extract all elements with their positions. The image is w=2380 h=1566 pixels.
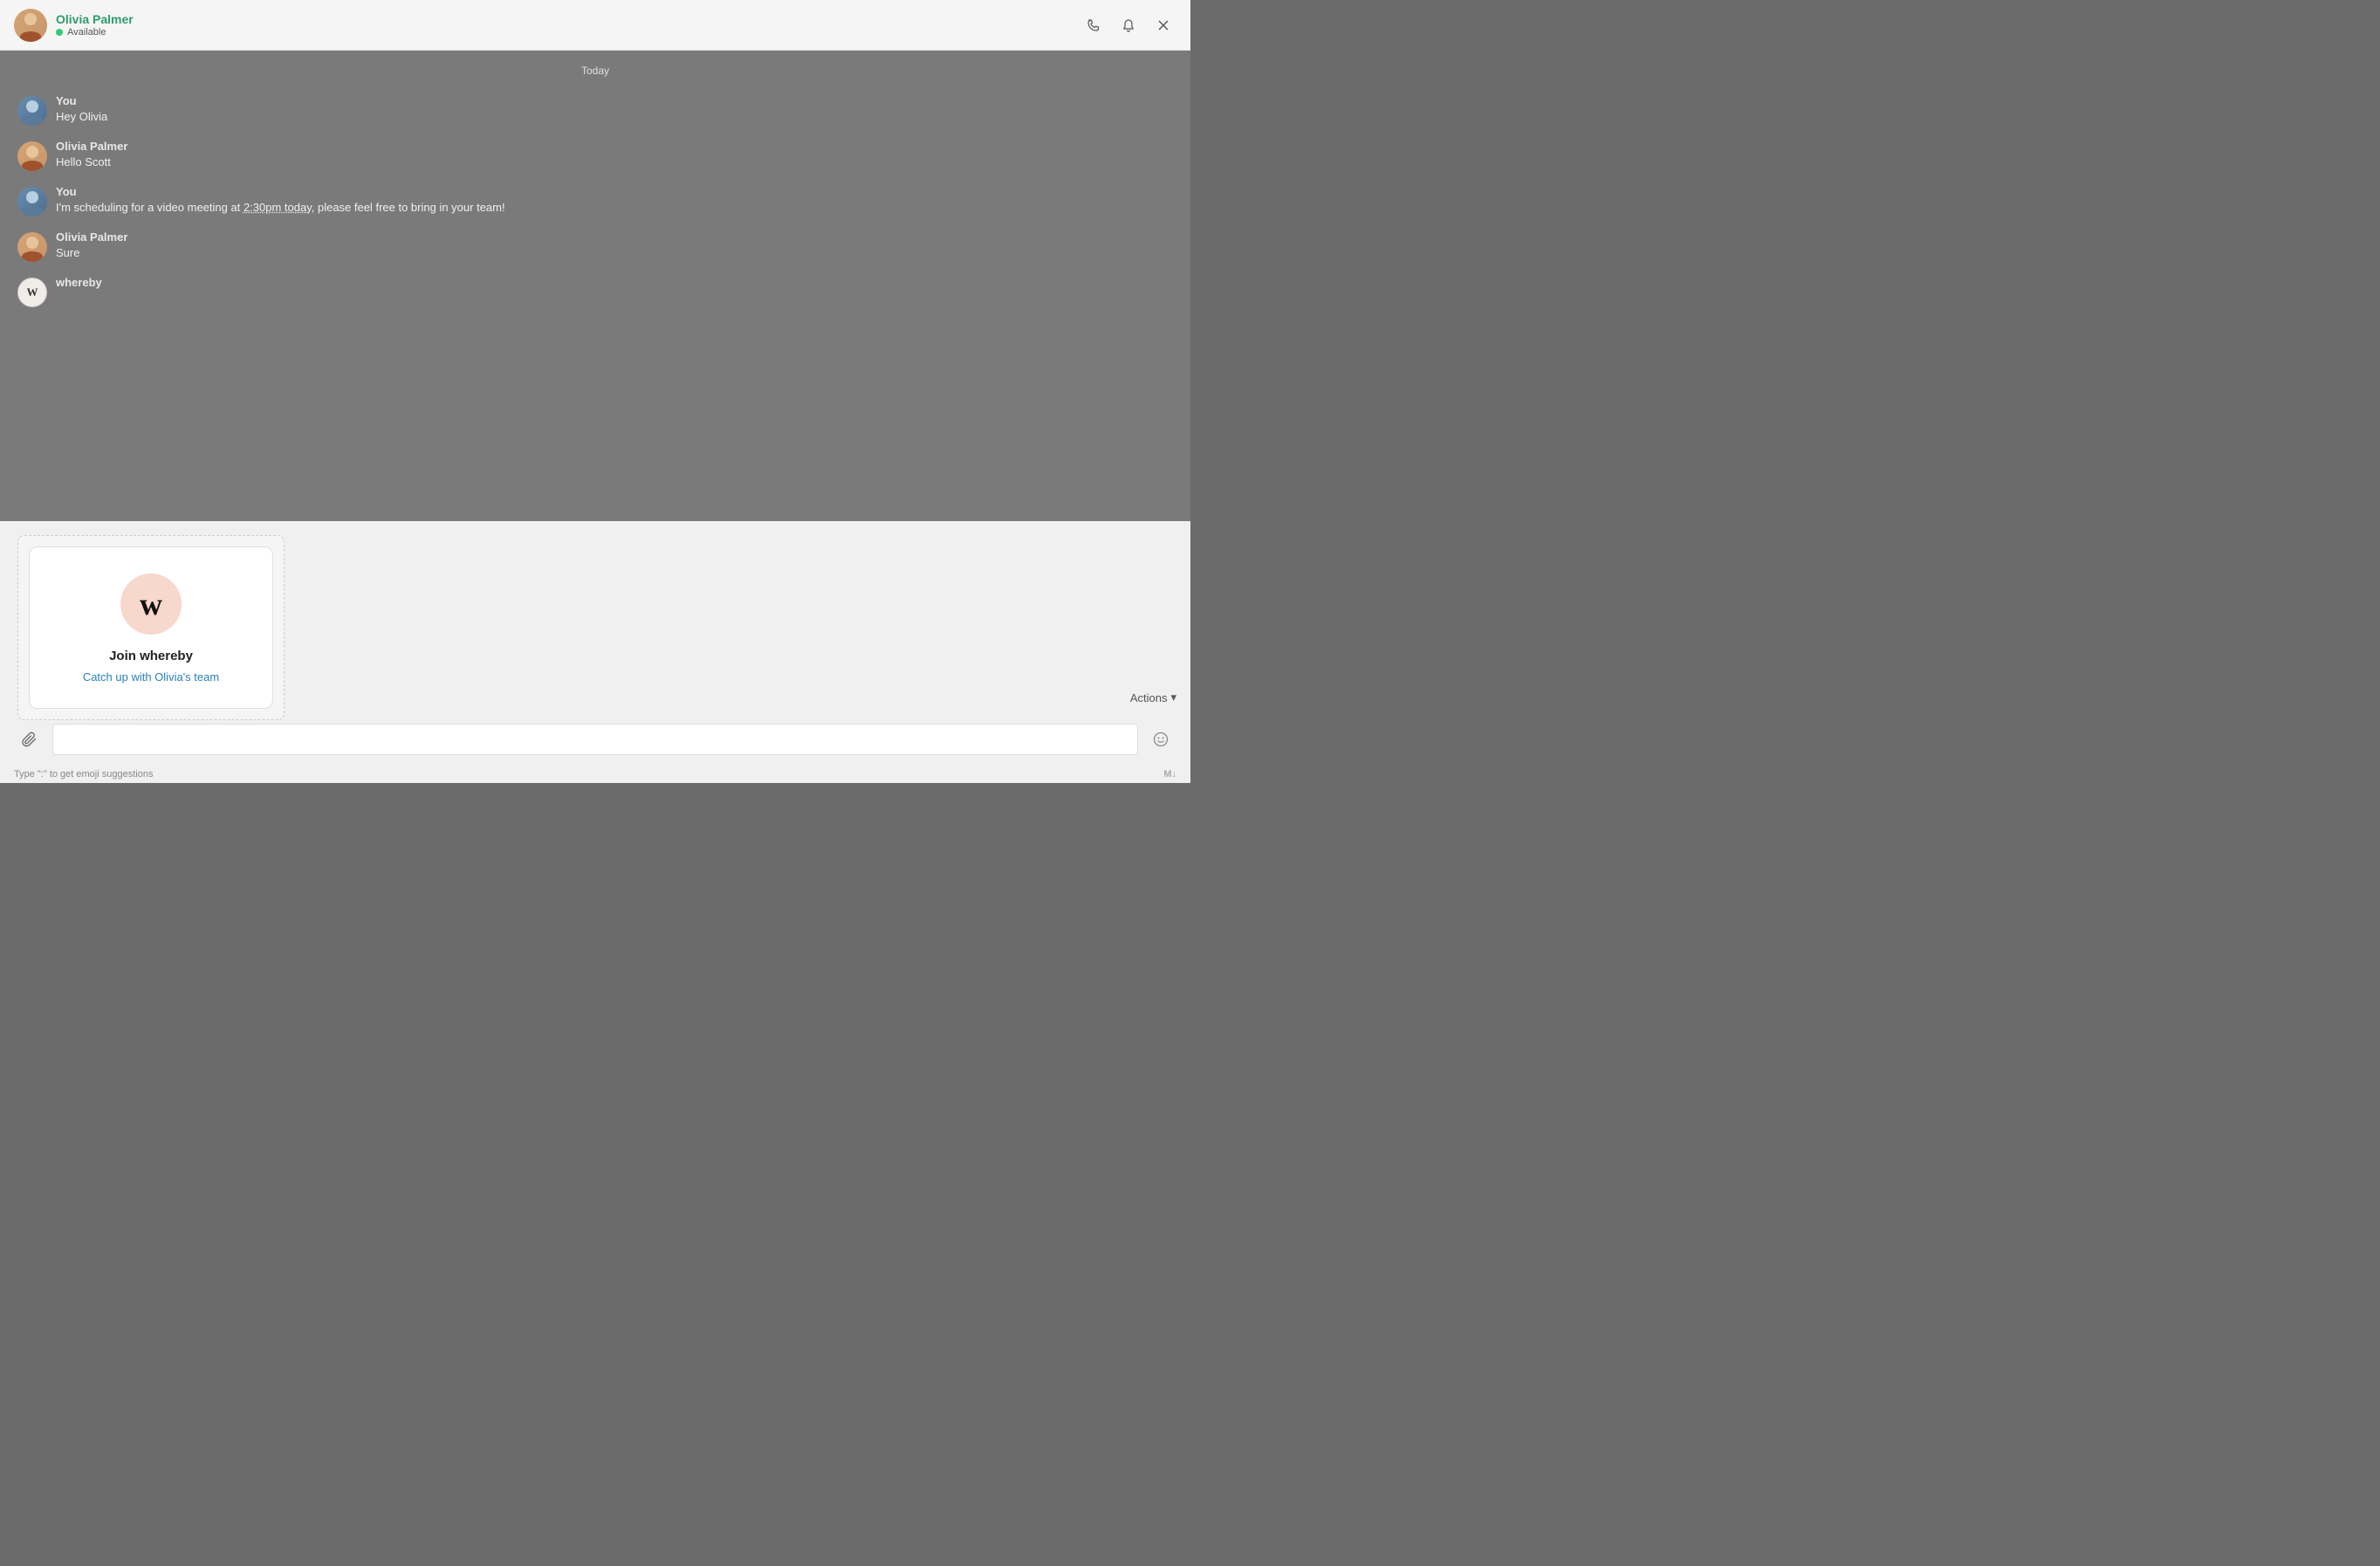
avatar xyxy=(17,232,47,262)
message-input-area xyxy=(0,724,1190,755)
call-button[interactable] xyxy=(1080,12,1107,38)
avatar xyxy=(14,9,47,42)
header-info: Olivia Palmer Available xyxy=(56,12,1080,38)
whereby-avatar: W xyxy=(17,278,47,307)
status-label: Available xyxy=(67,27,106,38)
chevron-down-icon: ▾ xyxy=(1170,690,1176,704)
message-sender: Olivia Palmer xyxy=(56,140,1173,153)
message-text: I'm scheduling for a video meeting at 2:… xyxy=(56,200,1173,216)
chat-area: Today You Hey Olivia Olivia Palmer Hello… xyxy=(0,51,1190,783)
message-content: You Hey Olivia xyxy=(56,94,1173,125)
actions-bar[interactable]: Actions ▾ xyxy=(1130,690,1176,704)
message-content: Olivia Palmer Sure xyxy=(56,230,1173,261)
status-dot xyxy=(56,29,63,36)
contact-status: Available xyxy=(56,27,1080,38)
whereby-card: w Join whereby Catch up with Olivia's te… xyxy=(29,546,273,709)
message-content: whereby xyxy=(56,276,1173,291)
whereby-logo: w xyxy=(120,574,182,635)
avatar xyxy=(17,141,47,171)
attachment-button[interactable] xyxy=(14,724,45,755)
message-group: W whereby xyxy=(0,269,1190,314)
emoji-button[interactable] xyxy=(1145,724,1176,755)
whereby-join-title: Join whereby xyxy=(109,649,193,663)
message-sender: You xyxy=(56,94,1173,107)
markdown-label: M↓ xyxy=(1163,769,1176,780)
whereby-card-container: w Join whereby Catch up with Olivia's te… xyxy=(17,535,285,720)
footer-hint: Type ":" to get emoji suggestions M↓ xyxy=(0,769,1190,780)
whereby-join-link[interactable]: Catch up with Olivia's team xyxy=(83,670,219,683)
message-text: Hello Scott xyxy=(56,155,1173,170)
avatar xyxy=(17,96,47,126)
message-group: You Hey Olivia xyxy=(0,87,1190,133)
avatar xyxy=(17,187,47,216)
message-group: You I'm scheduling for a video meeting a… xyxy=(0,178,1190,223)
message-text: Hey Olivia xyxy=(56,109,1173,125)
message-content: You I'm scheduling for a video meeting a… xyxy=(56,185,1173,216)
message-sender: You xyxy=(56,185,1173,198)
chat-header: Olivia Palmer Available xyxy=(0,0,1190,51)
close-button[interactable] xyxy=(1150,12,1176,38)
whereby-message-area: w Join whereby Catch up with Olivia's te… xyxy=(0,521,1190,783)
time-link: 2:30pm today xyxy=(243,201,312,214)
actions-label: Actions xyxy=(1130,691,1168,704)
message-group: Olivia Palmer Hello Scott xyxy=(0,133,1190,178)
emoji-hint-text: Type ":" to get emoji suggestions xyxy=(14,769,153,780)
message-sender: Olivia Palmer xyxy=(56,230,1173,244)
message-text: Sure xyxy=(56,245,1173,261)
message-input[interactable] xyxy=(52,724,1138,755)
whereby-logo-letter: w xyxy=(140,588,162,620)
message-sender: whereby xyxy=(56,276,1173,289)
contact-name: Olivia Palmer xyxy=(56,12,1080,26)
notification-button[interactable] xyxy=(1115,12,1142,38)
header-actions xyxy=(1080,12,1176,38)
message-group: Olivia Palmer Sure xyxy=(0,223,1190,269)
date-divider: Today xyxy=(0,51,1190,87)
message-content: Olivia Palmer Hello Scott xyxy=(56,140,1173,170)
